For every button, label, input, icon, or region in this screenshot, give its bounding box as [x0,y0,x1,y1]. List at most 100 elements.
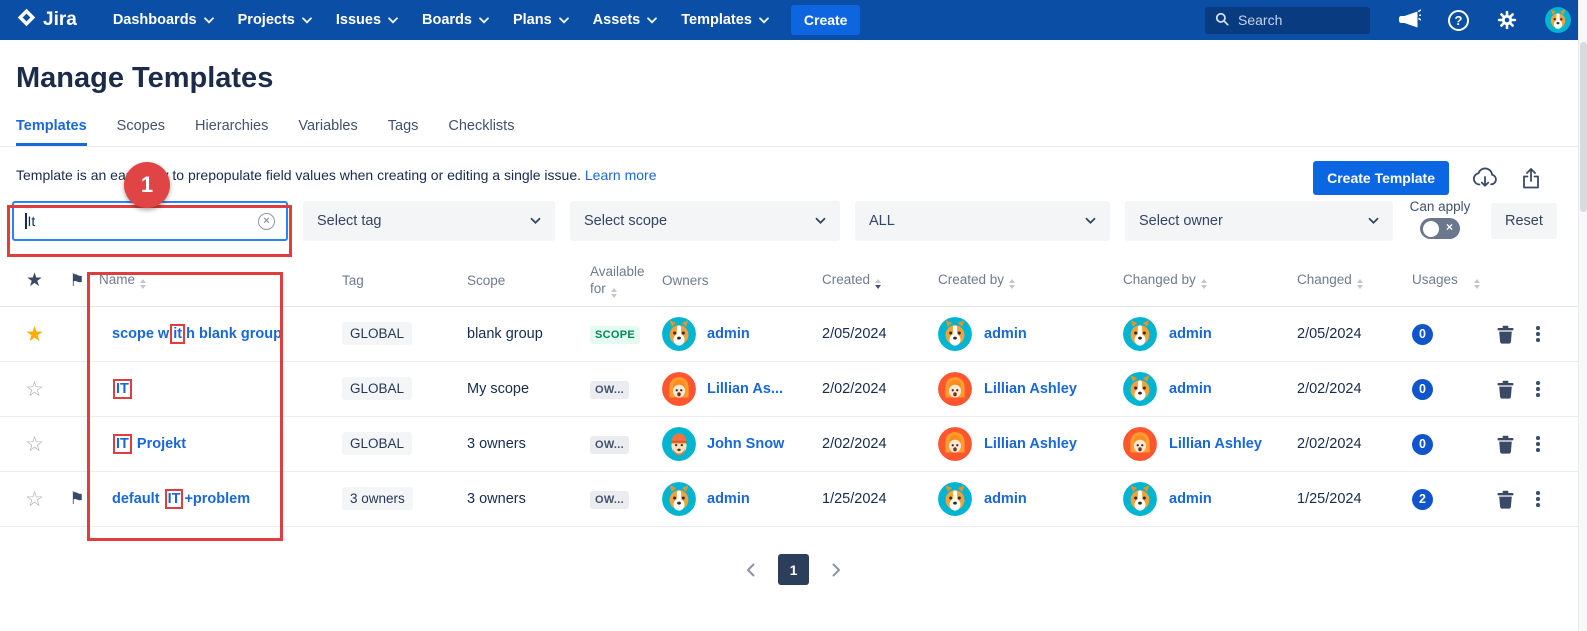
nav-item-projects[interactable]: Projects [226,0,324,40]
sort-icon [1474,279,1480,289]
owner-link[interactable]: admin [707,491,750,507]
created-by-avatar [938,427,972,461]
created-by-avatar [938,372,972,406]
more-actions-icon[interactable] [1534,434,1542,454]
more-actions-icon[interactable] [1534,379,1542,399]
tag-badge: 3 owners [342,487,413,510]
changed-by-link[interactable]: Lillian Ashley [1169,436,1262,452]
jira-logo[interactable]: Jira [16,7,77,34]
column-header-available-for[interactable]: Available for [590,263,662,299]
flag-column-icon[interactable]: ⚑ [69,271,84,291]
delete-icon[interactable] [1497,490,1514,509]
reset-button[interactable]: Reset [1491,203,1557,239]
chevron-down-icon [388,12,398,28]
template-name-link[interactable]: IT [112,381,133,397]
nav-item-templates[interactable]: Templates [669,0,781,40]
changed-by-link[interactable]: admin [1169,326,1212,342]
chevron-down-icon [530,213,541,229]
tab-scopes[interactable]: Scopes [117,118,165,146]
created-by-link[interactable]: Lillian Ashley [984,436,1077,452]
changed-by-avatar [1123,482,1157,516]
highlighted-match: it [170,324,185,344]
delete-icon[interactable] [1497,380,1514,399]
next-page-icon[interactable] [828,559,845,581]
column-header-tag[interactable]: Tag [342,273,467,288]
announcement-icon[interactable] [1397,9,1421,31]
settings-gear-icon[interactable] [1496,9,1518,31]
created-by-link[interactable]: Lillian Ashley [984,381,1077,397]
owner-link[interactable]: admin [707,326,750,342]
created-by-link[interactable]: admin [984,491,1027,507]
column-header-changed-by[interactable]: Changed by [1119,272,1289,289]
current-page-button[interactable]: 1 [778,554,809,585]
select-owner-dropdown[interactable]: Select owner [1125,201,1393,241]
changed-by-avatar [1123,372,1157,406]
column-header-name[interactable]: Name [97,272,342,289]
star-outline-icon[interactable]: ☆ [25,432,44,457]
owner-link[interactable]: John Snow [707,436,784,452]
user-avatar[interactable] [1545,7,1571,33]
learn-more-link[interactable]: Learn more [585,167,657,183]
help-icon[interactable]: ? [1448,10,1469,31]
sort-icon [1357,279,1363,289]
column-header-usages[interactable]: Usages [1404,272,1489,289]
clear-search-icon[interactable]: × [258,213,275,230]
select-scope-dropdown[interactable]: Select scope [570,201,840,241]
tab-checklists[interactable]: Checklists [448,118,514,146]
nav-item-boards[interactable]: Boards [410,0,501,40]
global-search-input[interactable]: Search [1205,7,1370,34]
can-apply-toggle[interactable]: × [1420,218,1460,239]
column-header-changed[interactable]: Changed [1289,272,1404,289]
created-cell: 2/02/2024 [822,436,934,452]
nav-item-plans[interactable]: Plans [501,0,581,40]
create-template-button[interactable]: Create Template [1313,161,1449,195]
template-name-link[interactable]: scope with blank group [112,326,282,342]
tab-templates[interactable]: Templates [16,118,87,146]
sort-icon [875,279,881,289]
created-by-link[interactable]: admin [984,326,1027,342]
select-scope-label: Select scope [584,213,667,229]
template-name-link[interactable]: IT Projekt [112,436,186,452]
column-header-owners[interactable]: Owners [662,273,822,288]
column-header-created-by[interactable]: Created by [934,272,1119,289]
highlighted-match: IT [113,379,132,399]
available-for-badge: OW... [590,436,629,454]
select-tag-dropdown[interactable]: Select tag [303,201,555,241]
more-actions-icon[interactable] [1534,489,1542,509]
create-button[interactable]: Create [791,5,861,35]
nav-item-assets[interactable]: Assets [581,0,670,40]
type-dropdown[interactable]: ALL [855,201,1110,241]
owner-link[interactable]: Lillian As... [707,381,783,397]
delete-icon[interactable] [1497,325,1514,344]
changed-by-link[interactable]: admin [1169,381,1212,397]
column-header-created[interactable]: Created [822,272,934,289]
tab-tags[interactable]: Tags [388,118,419,146]
more-actions-icon[interactable] [1534,324,1542,344]
tab-variables[interactable]: Variables [298,118,357,146]
table-body: ★ scope with blank group GLOBAL blank gr… [0,307,1587,527]
owner-avatar [662,372,696,406]
scrollbar-thumb[interactable] [1580,42,1587,212]
changed-cell: 2/02/2024 [1289,436,1404,452]
nav-item-dashboards[interactable]: Dashboards [101,0,226,40]
flag-icon[interactable]: ⚑ [69,489,84,509]
star-column-icon[interactable]: ★ [26,269,43,292]
chevron-down-icon [647,12,657,28]
tab-hierarchies[interactable]: Hierarchies [195,118,268,146]
vertical-scrollbar[interactable] [1578,0,1587,631]
export-icon[interactable] [1521,167,1541,190]
changed-by-avatar [1123,427,1157,461]
delete-icon[interactable] [1497,435,1514,454]
template-name-link[interactable]: default IT+problem [112,491,250,507]
nav-item-issues[interactable]: Issues [324,0,410,40]
changed-by-link[interactable]: admin [1169,491,1212,507]
star-outline-icon[interactable]: ☆ [25,487,44,512]
cloud-download-icon[interactable] [1472,166,1498,190]
column-header-scope[interactable]: Scope [467,273,590,288]
star-filled-icon[interactable]: ★ [25,322,44,347]
star-outline-icon[interactable]: ☆ [25,377,44,402]
prev-page-icon[interactable] [742,559,759,581]
filter-bar: It × Select tag Select scope ALL Select … [0,195,1587,241]
type-dropdown-value: ALL [869,213,895,229]
template-search-input[interactable]: It × [12,201,288,241]
